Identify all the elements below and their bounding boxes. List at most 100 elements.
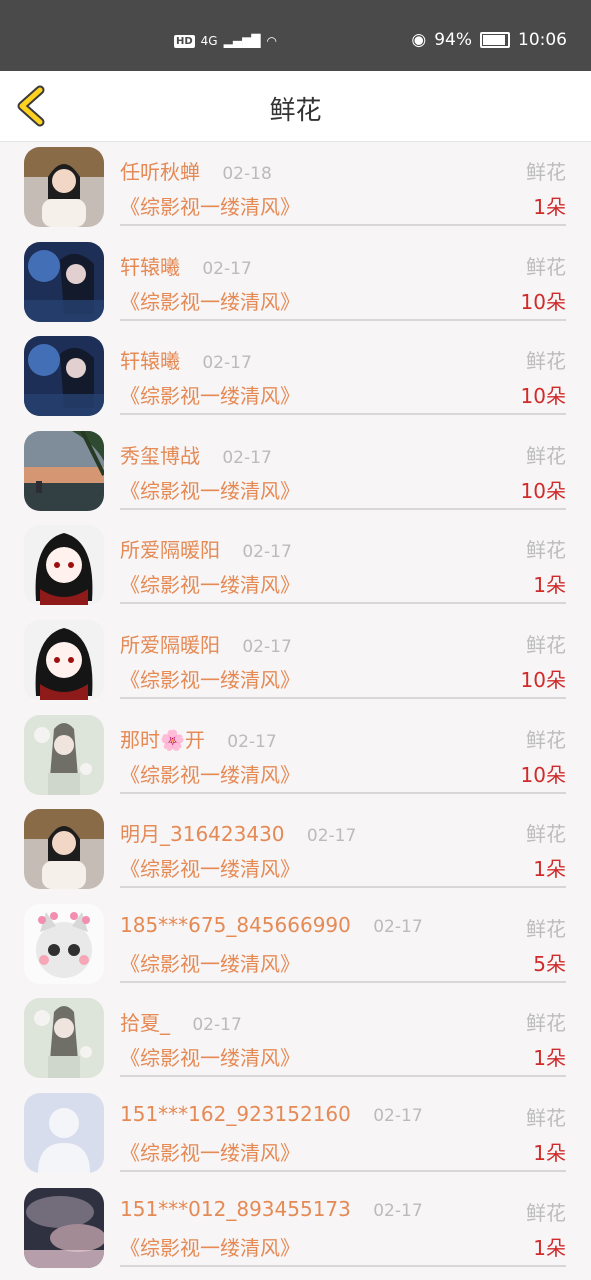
avatar[interactable]	[24, 525, 104, 606]
gift-date: 02-17	[242, 542, 292, 563]
gift-count: 5朵	[533, 951, 566, 976]
username[interactable]: 任听秋蝉	[120, 160, 200, 184]
avatar[interactable]	[24, 998, 104, 1079]
username[interactable]: 轩辕曦	[120, 255, 180, 279]
username-row: 151***012_893455173 02-17	[120, 1197, 423, 1221]
record-content: 151***012_893455173 02-17 鲜花 《综影视一缕清风》 1…	[120, 1183, 566, 1267]
hd-badge: HD	[174, 34, 195, 48]
fantasy-art-avatar-icon	[24, 241, 104, 322]
woman-portrait-avatar-icon	[24, 147, 104, 227]
username[interactable]: 轩辕曦	[120, 349, 180, 373]
username[interactable]: 秀玺博战	[120, 444, 200, 468]
list-item[interactable]: 秀玺博战 02-17 鲜花 《综影视一缕清风》 10朵	[0, 426, 591, 521]
username[interactable]: 151***012_893455173	[120, 1197, 351, 1221]
avatar[interactable]	[24, 1187, 104, 1268]
time: 10:06	[518, 30, 567, 50]
avatar[interactable]	[24, 903, 104, 984]
avatar[interactable]	[24, 336, 104, 417]
work-title[interactable]: 《综影视一缕清风》	[120, 1232, 300, 1261]
username[interactable]: 所爱隔暖阳	[120, 538, 220, 562]
gift-count: 10朵	[520, 762, 566, 787]
gift-type: 鲜花	[526, 727, 566, 752]
gift-date: 02-17	[202, 258, 252, 279]
username-row: 拾夏_ 02-17	[120, 1007, 242, 1036]
gift-type: 鲜花	[526, 1200, 566, 1225]
avatar[interactable]	[24, 1092, 104, 1173]
status-bar: HD 4G ▂▄▆█ ◠ ◉ 94% 10:06	[0, 0, 591, 71]
list-item[interactable]: 拾夏_ 02-17 鲜花 《综影视一缕清风》 1朵	[0, 993, 591, 1088]
page-title: 鲜花	[269, 96, 322, 126]
work-title[interactable]: 《综影视一缕清风》	[120, 853, 300, 882]
gift-type: 鲜花	[526, 822, 566, 847]
cloudy-sky-avatar-icon	[24, 1187, 104, 1268]
work-title[interactable]: 《综影视一缕清风》	[120, 191, 300, 220]
list-item[interactable]: 所爱隔暖阳 02-17 鲜花 《综影视一缕清风》 1朵	[0, 520, 591, 615]
list-item[interactable]: 151***162_923152160 02-17 鲜花 《综影视一缕清风》 1…	[0, 1088, 591, 1183]
work-title[interactable]: 《综影视一缕清风》	[120, 948, 300, 977]
username-row: 151***162_923152160 02-17	[120, 1102, 423, 1126]
work-title[interactable]: 《综影视一缕清风》	[120, 759, 300, 788]
username[interactable]: 明月_316423430	[120, 822, 285, 846]
work-title[interactable]: 《综影视一缕清风》	[120, 380, 300, 409]
flower-girl-avatar-icon	[24, 714, 104, 795]
woman-portrait-avatar-icon	[24, 809, 104, 890]
signal-icon: ▂▄▆█	[223, 34, 261, 48]
username-row: 明月_316423430 02-17	[120, 818, 356, 847]
username[interactable]: 那时🌸开	[120, 728, 205, 752]
status-right: ◉ 94% 10:06	[411, 30, 567, 50]
avatar[interactable]	[24, 714, 104, 795]
username[interactable]: 拾夏_	[120, 1011, 170, 1035]
gift-count: 1朵	[533, 1046, 566, 1071]
username[interactable]: 所爱隔暖阳	[120, 633, 220, 657]
gift-count: 1朵	[533, 1140, 566, 1165]
gift-count: 1朵	[533, 857, 566, 882]
avatar[interactable]	[24, 809, 104, 890]
list-item[interactable]: 151***012_893455173 02-17 鲜花 《综影视一缕清风》 1…	[0, 1183, 591, 1278]
eye-icon: ◉	[411, 30, 427, 50]
work-title[interactable]: 《综影视一缕清风》	[120, 664, 300, 693]
app-header: 鲜花	[0, 71, 591, 142]
gift-type: 鲜花	[526, 254, 566, 279]
gift-type: 鲜花	[526, 349, 566, 374]
work-title[interactable]: 《综影视一缕清风》	[120, 1042, 300, 1071]
anime-character-avatar-icon	[24, 525, 104, 606]
record-content: 轩辕曦 02-17 鲜花 《综影视一缕清风》 10朵	[120, 237, 566, 321]
work-title[interactable]: 《综影视一缕清风》	[120, 475, 300, 504]
avatar[interactable]	[24, 430, 104, 511]
gift-count: 1朵	[533, 195, 566, 219]
record-content: 秀玺博战 02-17 鲜花 《综影视一缕清风》 10朵	[120, 426, 566, 510]
sunset-beach-avatar-icon	[24, 430, 104, 511]
username-row: 所爱隔暖阳 02-17	[120, 534, 292, 563]
list-item[interactable]: 任听秋蝉 02-18 鲜花 《综影视一缕清风》 1朵	[0, 142, 591, 237]
gift-date: 02-18	[222, 164, 272, 184]
avatar[interactable]	[24, 619, 104, 700]
fantasy-art-avatar-icon	[24, 336, 104, 417]
list-item[interactable]: 那时🌸开 02-17 鲜花 《综影视一缕清风》 10朵	[0, 710, 591, 805]
anime-character-avatar-icon	[24, 619, 104, 700]
work-title[interactable]: 《综影视一缕清风》	[120, 1137, 300, 1166]
gift-count: 10朵	[520, 384, 566, 409]
avatar[interactable]	[24, 241, 104, 322]
gift-record-list: 任听秋蝉 02-18 鲜花 《综影视一缕清风》 1朵 轩辕曦 02-17 鲜花 …	[0, 142, 591, 1277]
list-item[interactable]: 明月_316423430 02-17 鲜花 《综影视一缕清风》 1朵	[0, 804, 591, 899]
record-content: 151***162_923152160 02-17 鲜花 《综影视一缕清风》 1…	[120, 1088, 566, 1172]
network-label: 4G	[200, 34, 218, 48]
gift-type: 鲜花	[526, 160, 566, 184]
username-row: 轩辕曦 02-17	[120, 345, 252, 374]
list-item[interactable]: 185***675_845666990 02-17 鲜花 《综影视一缕清风》 5…	[0, 899, 591, 994]
avatar[interactable]	[24, 147, 104, 227]
record-content: 轩辕曦 02-17 鲜花 《综影视一缕清风》 10朵	[120, 331, 566, 416]
gift-date: 02-17	[373, 1200, 423, 1221]
gift-date: 02-17	[242, 636, 292, 657]
record-content: 拾夏_ 02-17 鲜花 《综影视一缕清风》 1朵	[120, 993, 566, 1078]
username[interactable]: 185***675_845666990	[120, 913, 351, 937]
list-item[interactable]: 轩辕曦 02-17 鲜花 《综影视一缕清风》 10朵	[0, 237, 591, 332]
username[interactable]: 151***162_923152160	[120, 1102, 351, 1126]
username-row: 轩辕曦 02-17	[120, 251, 252, 280]
gift-count: 10朵	[520, 667, 566, 692]
list-item[interactable]: 所爱隔暖阳 02-17 鲜花 《综影视一缕清风》 10朵	[0, 615, 591, 710]
work-title[interactable]: 《综影视一缕清风》	[120, 286, 300, 315]
work-title[interactable]: 《综影视一缕清风》	[120, 569, 300, 598]
gift-type: 鲜花	[526, 1105, 566, 1130]
list-item[interactable]: 轩辕曦 02-17 鲜花 《综影视一缕清风》 10朵	[0, 331, 591, 426]
